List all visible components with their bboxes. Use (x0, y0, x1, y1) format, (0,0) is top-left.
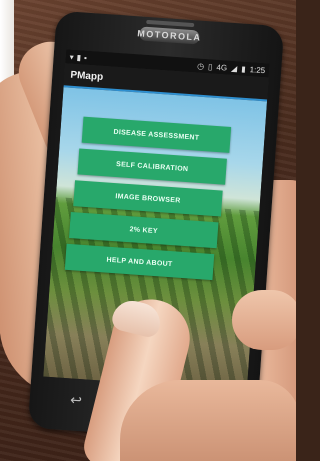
status-time: 1:25 (249, 64, 266, 75)
battery-icon: ▮ (240, 64, 246, 74)
back-arrow-icon[interactable]: ↩ (70, 391, 83, 409)
signal-icon: ◢ (230, 63, 238, 73)
sd-card-icon: ▮ (76, 52, 82, 62)
download-icon: ▾ (69, 52, 74, 62)
alarm-icon: ◷ (196, 60, 205, 71)
lock-icon: ▪ (83, 53, 88, 63)
right-finger (232, 290, 296, 350)
earpiece (146, 19, 195, 28)
photo-scene: MOTOROLA ▾ ▮ ▪ ◷ ▯ 4G ◢ ▮ 1:25 PMapp DIS… (0, 0, 296, 461)
app-title: PMapp (70, 69, 104, 83)
network-label: 4G (216, 62, 228, 73)
vibrate-icon: ▯ (207, 61, 213, 72)
lower-hand (120, 380, 296, 461)
brand-logo: MOTOROLA (136, 28, 202, 43)
